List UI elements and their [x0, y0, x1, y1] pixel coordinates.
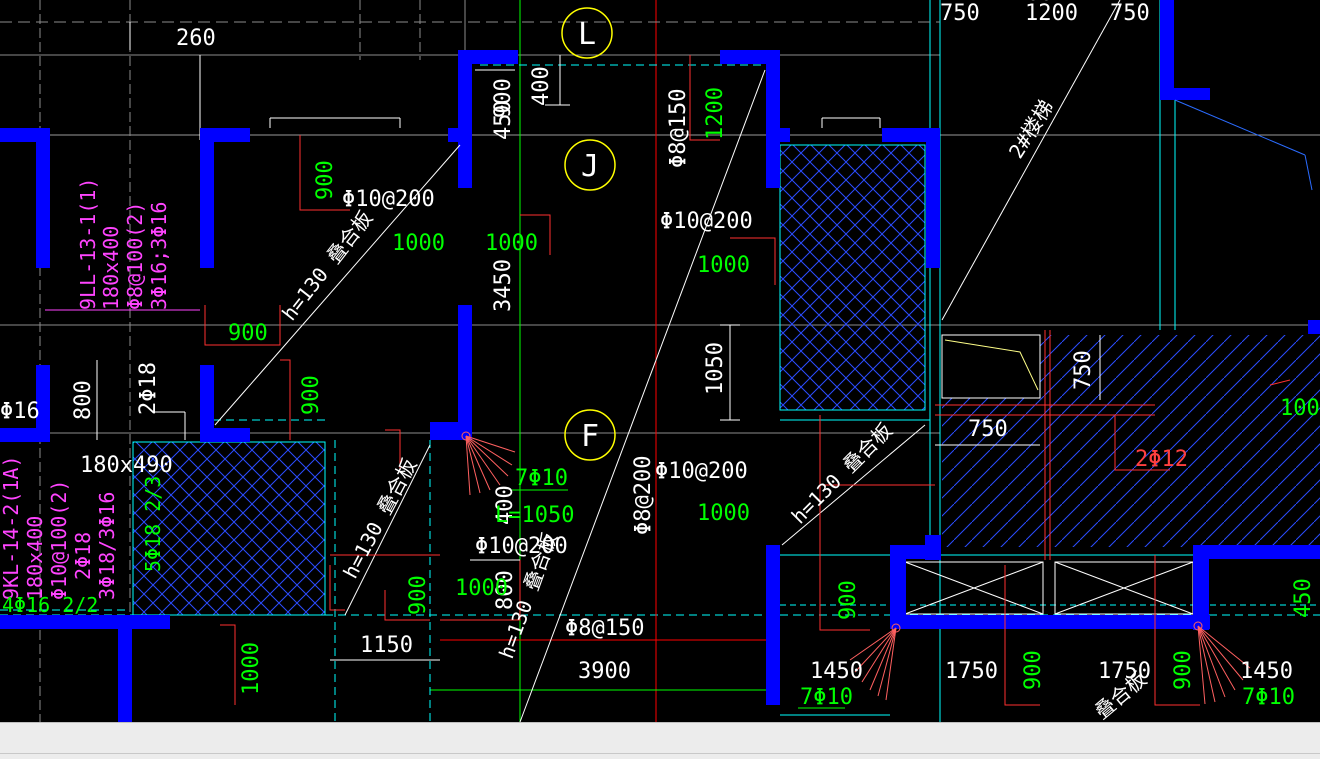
dim-text: 260	[176, 26, 216, 51]
length-label: 1000	[239, 642, 264, 695]
dim-text: 750	[1110, 1, 1150, 26]
cad-drawing-canvas[interactable]: L J F 260 750 1200 750 1200 750 1150 390…	[0, 0, 1320, 722]
length-label: 900	[299, 375, 324, 415]
hatch-room-right-upper	[779, 144, 926, 411]
beam-label: 2Φ18	[71, 532, 95, 580]
beam-label: 9KL-14-2(1A)	[0, 456, 23, 601]
length-label: 1200	[703, 87, 728, 140]
length-label: 900	[228, 321, 268, 346]
beam-label: 180x400	[23, 516, 47, 600]
dim-text: 3450	[491, 259, 516, 312]
beam-extra-label: 4Φ16 2/2	[2, 593, 98, 617]
rebar-label: Φ8@200	[631, 456, 656, 535]
beam-label: 9LL-13-1(1)	[76, 178, 100, 310]
axis-bubble-L-label: L	[578, 17, 596, 52]
dim-text: 400	[529, 66, 554, 106]
rebar-label: Φ16	[0, 399, 40, 424]
slab-label: h=130 叠合板	[277, 206, 377, 325]
length-label: 1000	[697, 501, 750, 526]
dim-text: 750	[968, 417, 1008, 442]
dim-text: 750	[940, 1, 980, 26]
dim-text: 450	[491, 100, 516, 140]
dim-text: 1450	[1240, 659, 1293, 684]
stirrup-note: L=1050	[495, 503, 574, 528]
status-bar-divider	[0, 753, 1320, 754]
rebar-label: Φ10@200	[660, 209, 753, 234]
dim-text: 1150	[360, 633, 413, 658]
axis-bubbles	[561, 7, 616, 461]
length-label: 900	[1021, 650, 1046, 690]
length-label: 1000	[455, 576, 508, 601]
length-label: 1000	[485, 231, 538, 256]
axis-bubble-F-label: F	[581, 419, 599, 454]
rebar-label: Φ8@150	[666, 89, 691, 168]
beam-label: 3Φ16;3Φ16	[147, 202, 171, 310]
stirrup-note: 7Φ10	[1242, 685, 1295, 710]
beam-label: Φ10@100(2)	[47, 480, 71, 600]
dim-text: 1750	[945, 659, 998, 684]
stirrup-note: 7Φ10	[800, 685, 853, 710]
stair-label: 2#楼梯	[1004, 96, 1058, 163]
dim-text: 1450	[810, 659, 863, 684]
beam-label: 3Φ18/3Φ16	[95, 492, 119, 600]
beam-label: 180x400	[99, 226, 123, 310]
dim-text: 3900	[578, 659, 631, 684]
dim-text: 1050	[703, 342, 728, 395]
slab-label: h=130 叠合板	[787, 418, 897, 528]
length-label: 900	[836, 580, 861, 620]
dim-text: 180x490	[80, 453, 173, 478]
length-label: 900	[406, 575, 431, 615]
dim-text: 1200	[1000, 0, 1053, 6]
rebar-label: Φ10@200	[655, 459, 748, 484]
slab-label: h=130 叠合板	[338, 454, 421, 582]
rebar-label: 2Φ18	[136, 362, 161, 415]
beam-extra-label: 5Φ18 2/3	[141, 476, 165, 572]
length-label: 900	[1171, 650, 1196, 690]
hatch-landing-white	[941, 334, 1041, 399]
status-bar	[0, 722, 1320, 759]
length-label: 1000	[392, 231, 445, 256]
length-label: 1000	[697, 253, 750, 278]
dim-text: 800	[71, 380, 96, 420]
dim-text: 750	[1071, 350, 1096, 390]
length-label: 1000	[1280, 396, 1320, 421]
rebar-label: Φ8@150	[565, 616, 644, 641]
stirrup-note: 7Φ10	[515, 466, 568, 491]
window-boxes	[904, 561, 1194, 615]
beam-label: Φ8@100(2)	[123, 202, 147, 310]
rebar-label-red: 2Φ12	[1135, 447, 1188, 472]
length-label: 450	[1291, 578, 1316, 618]
axis-bubble-J-label: J	[581, 149, 599, 184]
length-label: 900	[313, 160, 338, 200]
